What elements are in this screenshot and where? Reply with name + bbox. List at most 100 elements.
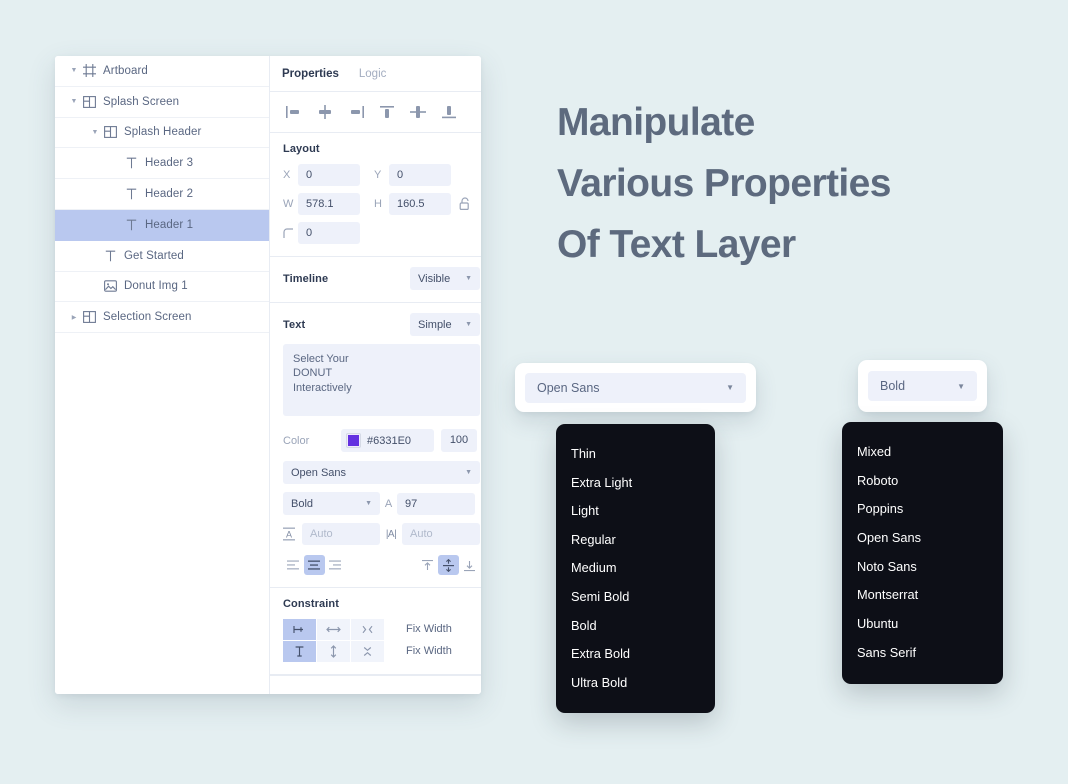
align-text-left-icon[interactable] (283, 555, 304, 575)
w-input[interactable]: 578.1 (298, 193, 360, 215)
layer-label: Splash Screen (103, 95, 180, 108)
menu-item-open-sans[interactable]: Open Sans (842, 524, 1003, 553)
menu-item-light[interactable]: Light (556, 497, 715, 526)
timeline-visibility-value: Visible (418, 272, 451, 285)
letter-spacing-input[interactable]: Auto (402, 523, 480, 545)
menu-item-poppins[interactable]: Poppins (842, 495, 1003, 524)
layer-row-donut-img-1[interactable]: Donut Img 1 (55, 272, 269, 303)
line-height-input[interactable]: Auto (302, 523, 380, 545)
disclosure-triangle-icon[interactable] (89, 129, 101, 136)
h-label: H (374, 198, 382, 210)
layer-row-artboard[interactable]: Artboard (55, 56, 269, 87)
menu-item-extra-bold[interactable]: Extra Bold (556, 640, 715, 669)
constraint-section-title: Constraint (283, 598, 339, 610)
disclosure-triangle-icon[interactable] (68, 98, 80, 105)
font-weight-value: Bold (291, 497, 314, 510)
properties-tabbar: Properties Logic (270, 56, 481, 92)
menu-item-bold[interactable]: Bold (556, 612, 715, 641)
layer-label: Selection Screen (103, 311, 192, 324)
menu-item-ubuntu[interactable]: Ubuntu (842, 610, 1003, 639)
text-content-input[interactable]: Select Your DONUT Interactively (283, 344, 480, 416)
menu-item-medium[interactable]: Medium (556, 554, 715, 583)
menu-item-mixed[interactable]: Mixed (842, 438, 1003, 467)
corner-radius-input[interactable]: 0 (298, 222, 360, 244)
font-picker-card: Open Sans ▼ (515, 363, 756, 412)
menu-item-ultra-bold[interactable]: Ultra Bold (556, 669, 715, 698)
properties-panel: Properties Logic Layout X 0 Y 0 W 578.1 … (270, 56, 481, 694)
layer-row-splash-header[interactable]: Splash Header (55, 118, 269, 149)
font-size-label: A (384, 497, 393, 510)
layout-radius-row: 0 (283, 222, 480, 244)
disclosure-triangle-icon[interactable] (68, 314, 80, 321)
pin-top-icon[interactable] (283, 641, 316, 662)
chevron-down-icon: ▼ (957, 381, 965, 391)
y-input[interactable]: 0 (389, 164, 451, 186)
layout-wh-row: W 578.1 H 160.5 (283, 193, 480, 215)
align-horizontal-center-icon[interactable] (315, 104, 335, 120)
layout-section-title: Layout (283, 143, 320, 155)
chevron-down-icon: ▼ (726, 383, 734, 392)
align-vertical-center-icon[interactable] (408, 104, 428, 120)
menu-item-montserrat[interactable]: Montserrat (842, 581, 1003, 610)
layer-row-header-3[interactable]: Header 3 (55, 148, 269, 180)
color-hex-value: #6331E0 (367, 434, 412, 447)
font-weight-dropdown[interactable]: Bold ▼ (283, 492, 380, 515)
pin-left-icon[interactable] (283, 619, 316, 640)
text-mode-dropdown[interactable]: Simple ▼ (410, 313, 480, 336)
line-height-icon: A (283, 527, 302, 541)
tab-logic[interactable]: Logic (359, 68, 387, 80)
frame-icon (101, 126, 120, 139)
menu-item-roboto[interactable]: Roboto (842, 467, 1003, 496)
menu-item-extra-light[interactable]: Extra Light (556, 469, 715, 498)
chevron-down-icon: ▼ (465, 275, 472, 282)
menu-item-sans-serif[interactable]: Sans Serif (842, 639, 1003, 668)
align-right-icon[interactable] (346, 104, 366, 120)
font-family-dropdown[interactable]: Open Sans ▼ (283, 461, 480, 484)
headline-line-2: Various Properties (557, 162, 891, 205)
menu-item-regular[interactable]: Regular (556, 526, 715, 555)
timeline-section-title: Timeline (283, 272, 329, 285)
font-family-value: Open Sans (291, 466, 347, 479)
layer-label: Get Started (124, 249, 184, 262)
resize-h-icon[interactable] (317, 619, 350, 640)
disclosure-triangle-icon[interactable] (68, 67, 80, 74)
align-text-right-icon[interactable] (325, 555, 346, 575)
weight-picker-select[interactable]: Bold ▼ (868, 371, 977, 401)
menu-item-thin[interactable]: Thin (556, 440, 715, 469)
frame-icon (80, 311, 99, 324)
layer-row-header-1[interactable]: Header 1 (55, 209, 269, 241)
align-left-icon[interactable] (284, 104, 304, 120)
resize-v-icon[interactable] (317, 641, 350, 662)
timeline-visibility-dropdown[interactable]: Visible ▼ (410, 267, 480, 290)
layer-row-get-started[interactable]: Get Started (55, 241, 269, 272)
pin-right-icon[interactable] (351, 619, 384, 640)
text-icon (122, 188, 141, 200)
layer-row-splash-screen[interactable]: Splash Screen (55, 87, 269, 118)
layer-row-selection-screen[interactable]: Selection Screen (55, 302, 269, 334)
color-swatch[interactable] (347, 434, 360, 447)
layer-row-header-2[interactable]: Header 2 (55, 179, 269, 210)
align-text-top-icon[interactable] (417, 555, 438, 575)
color-field[interactable]: #6331E0 (341, 429, 434, 452)
align-bottom-icon[interactable] (439, 104, 459, 120)
align-text-bottom-icon[interactable] (459, 555, 480, 575)
h-input[interactable]: 160.5 (389, 193, 451, 215)
font-size-input[interactable]: 97 (397, 492, 475, 515)
menu-item-semi-bold[interactable]: Semi Bold (556, 583, 715, 612)
text-icon (122, 219, 141, 231)
tab-properties[interactable]: Properties (282, 68, 339, 80)
x-input[interactable]: 0 (298, 164, 360, 186)
color-label: Color (283, 434, 310, 447)
align-top-icon[interactable] (377, 104, 397, 120)
opacity-input[interactable]: 100 (441, 429, 477, 452)
align-text-center-icon[interactable] (304, 555, 325, 575)
unlocked-icon[interactable] (459, 197, 471, 211)
weight-picker-value: Bold (880, 379, 906, 393)
menu-item-noto-sans[interactable]: Noto Sans (842, 553, 1003, 582)
weight-picker-card: Bold ▼ (858, 360, 987, 412)
font-picker-select[interactable]: Open Sans ▼ (525, 372, 746, 403)
pin-bottom-icon[interactable] (351, 641, 384, 662)
align-text-middle-icon[interactable] (438, 555, 459, 575)
layer-label: Splash Header (124, 126, 202, 139)
text-mode-value: Simple (418, 318, 452, 331)
